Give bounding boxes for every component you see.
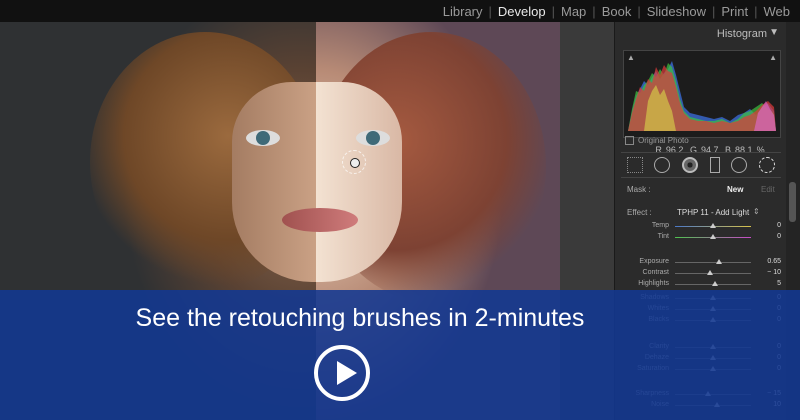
module-print[interactable]: Print [715, 4, 754, 19]
red-eye-icon[interactable] [682, 157, 699, 173]
slider-value[interactable]: 0 [755, 233, 781, 240]
mask-row: Mask : New Edit [615, 182, 785, 198]
slider-label: Exposure [639, 258, 669, 265]
slider-value[interactable]: − 10 [755, 269, 781, 276]
adjustment-brush-icon[interactable] [759, 157, 776, 173]
brush-pin-icon[interactable] [342, 150, 366, 174]
slider-knob[interactable] [716, 259, 723, 264]
slider-value[interactable]: 0.65 [755, 258, 781, 265]
slider-label: Highlights [638, 280, 669, 287]
slider-label: Tint [657, 233, 669, 240]
slider-track[interactable] [675, 281, 751, 286]
video-banner[interactable]: See the retouching brushes in 2-minutes [0, 290, 800, 420]
mask-label: Mask : [627, 185, 651, 194]
module-web[interactable]: Web [758, 4, 797, 19]
module-develop[interactable]: Develop [492, 4, 552, 19]
module-library[interactable]: Library [437, 4, 489, 19]
radial-filter-icon[interactable] [731, 157, 748, 173]
module-book[interactable]: Book [596, 4, 638, 19]
module-map[interactable]: Map [555, 4, 592, 19]
slider-track[interactable] [675, 223, 751, 228]
slider-track[interactable] [675, 234, 751, 239]
effect-caret-icon[interactable]: ⇕ [753, 207, 760, 216]
slider-knob[interactable] [710, 223, 716, 228]
module-slideshow[interactable]: Slideshow [641, 4, 712, 19]
mask-edit-button[interactable]: Edit [761, 185, 775, 194]
spot-removal-icon[interactable] [654, 157, 671, 173]
crop-overlay-icon[interactable] [626, 157, 643, 173]
slider-label: Contrast [642, 269, 669, 276]
original-photo-label: Original Photo [638, 136, 689, 145]
original-photo-checkbox[interactable] [625, 136, 634, 146]
play-icon [337, 361, 357, 385]
graduated-filter-icon[interactable] [709, 157, 720, 173]
histogram-title: Histogram [716, 28, 767, 40]
eye-left [246, 130, 280, 146]
slider-contrast[interactable]: Contrast − 10 [615, 269, 785, 280]
histogram-graph[interactable]: ▲ ▲ R 96.2 G 94.7 B 88.1% [623, 50, 781, 155]
slider-label: Temp [651, 222, 669, 229]
highlight-clipping-icon[interactable]: ▲ [769, 53, 777, 62]
effect-label: Effect : [627, 208, 652, 217]
slider-track[interactable] [675, 259, 751, 264]
slider-track[interactable] [675, 270, 751, 275]
histogram-svg [628, 61, 776, 131]
eye-right [356, 130, 390, 146]
shadow-clipping-icon[interactable]: ▲ [627, 53, 635, 62]
original-photo-toggle[interactable]: Original Photo [625, 136, 689, 146]
tool-strip [621, 152, 781, 178]
slider-knob[interactable] [706, 270, 713, 275]
slider-exposure[interactable]: Exposure 0.65 [615, 258, 785, 269]
banner-text: See the retouching brushes in 2-minutes [135, 304, 585, 332]
histogram-collapse-icon[interactable]: ▼ [769, 27, 779, 38]
module-picker: Library | Develop | Map | Book | Slidesh… [0, 0, 800, 22]
slider-value[interactable]: 0 [755, 222, 781, 229]
slider-knob[interactable] [710, 234, 716, 239]
slider-temp[interactable]: Temp 0 [615, 222, 785, 233]
histogram-header[interactable]: Histogram ▼ [615, 26, 785, 44]
slider-tint[interactable]: Tint 0 [615, 233, 785, 244]
slider-value[interactable]: 5 [755, 280, 781, 287]
mask-new-button[interactable]: New [727, 185, 743, 194]
effect-preset-select[interactable]: TPHP 11 - Add Light [677, 208, 749, 217]
play-button[interactable] [314, 345, 370, 401]
lips [282, 208, 358, 232]
slider-knob[interactable] [711, 281, 718, 286]
scrollbar-thumb[interactable] [789, 182, 796, 222]
